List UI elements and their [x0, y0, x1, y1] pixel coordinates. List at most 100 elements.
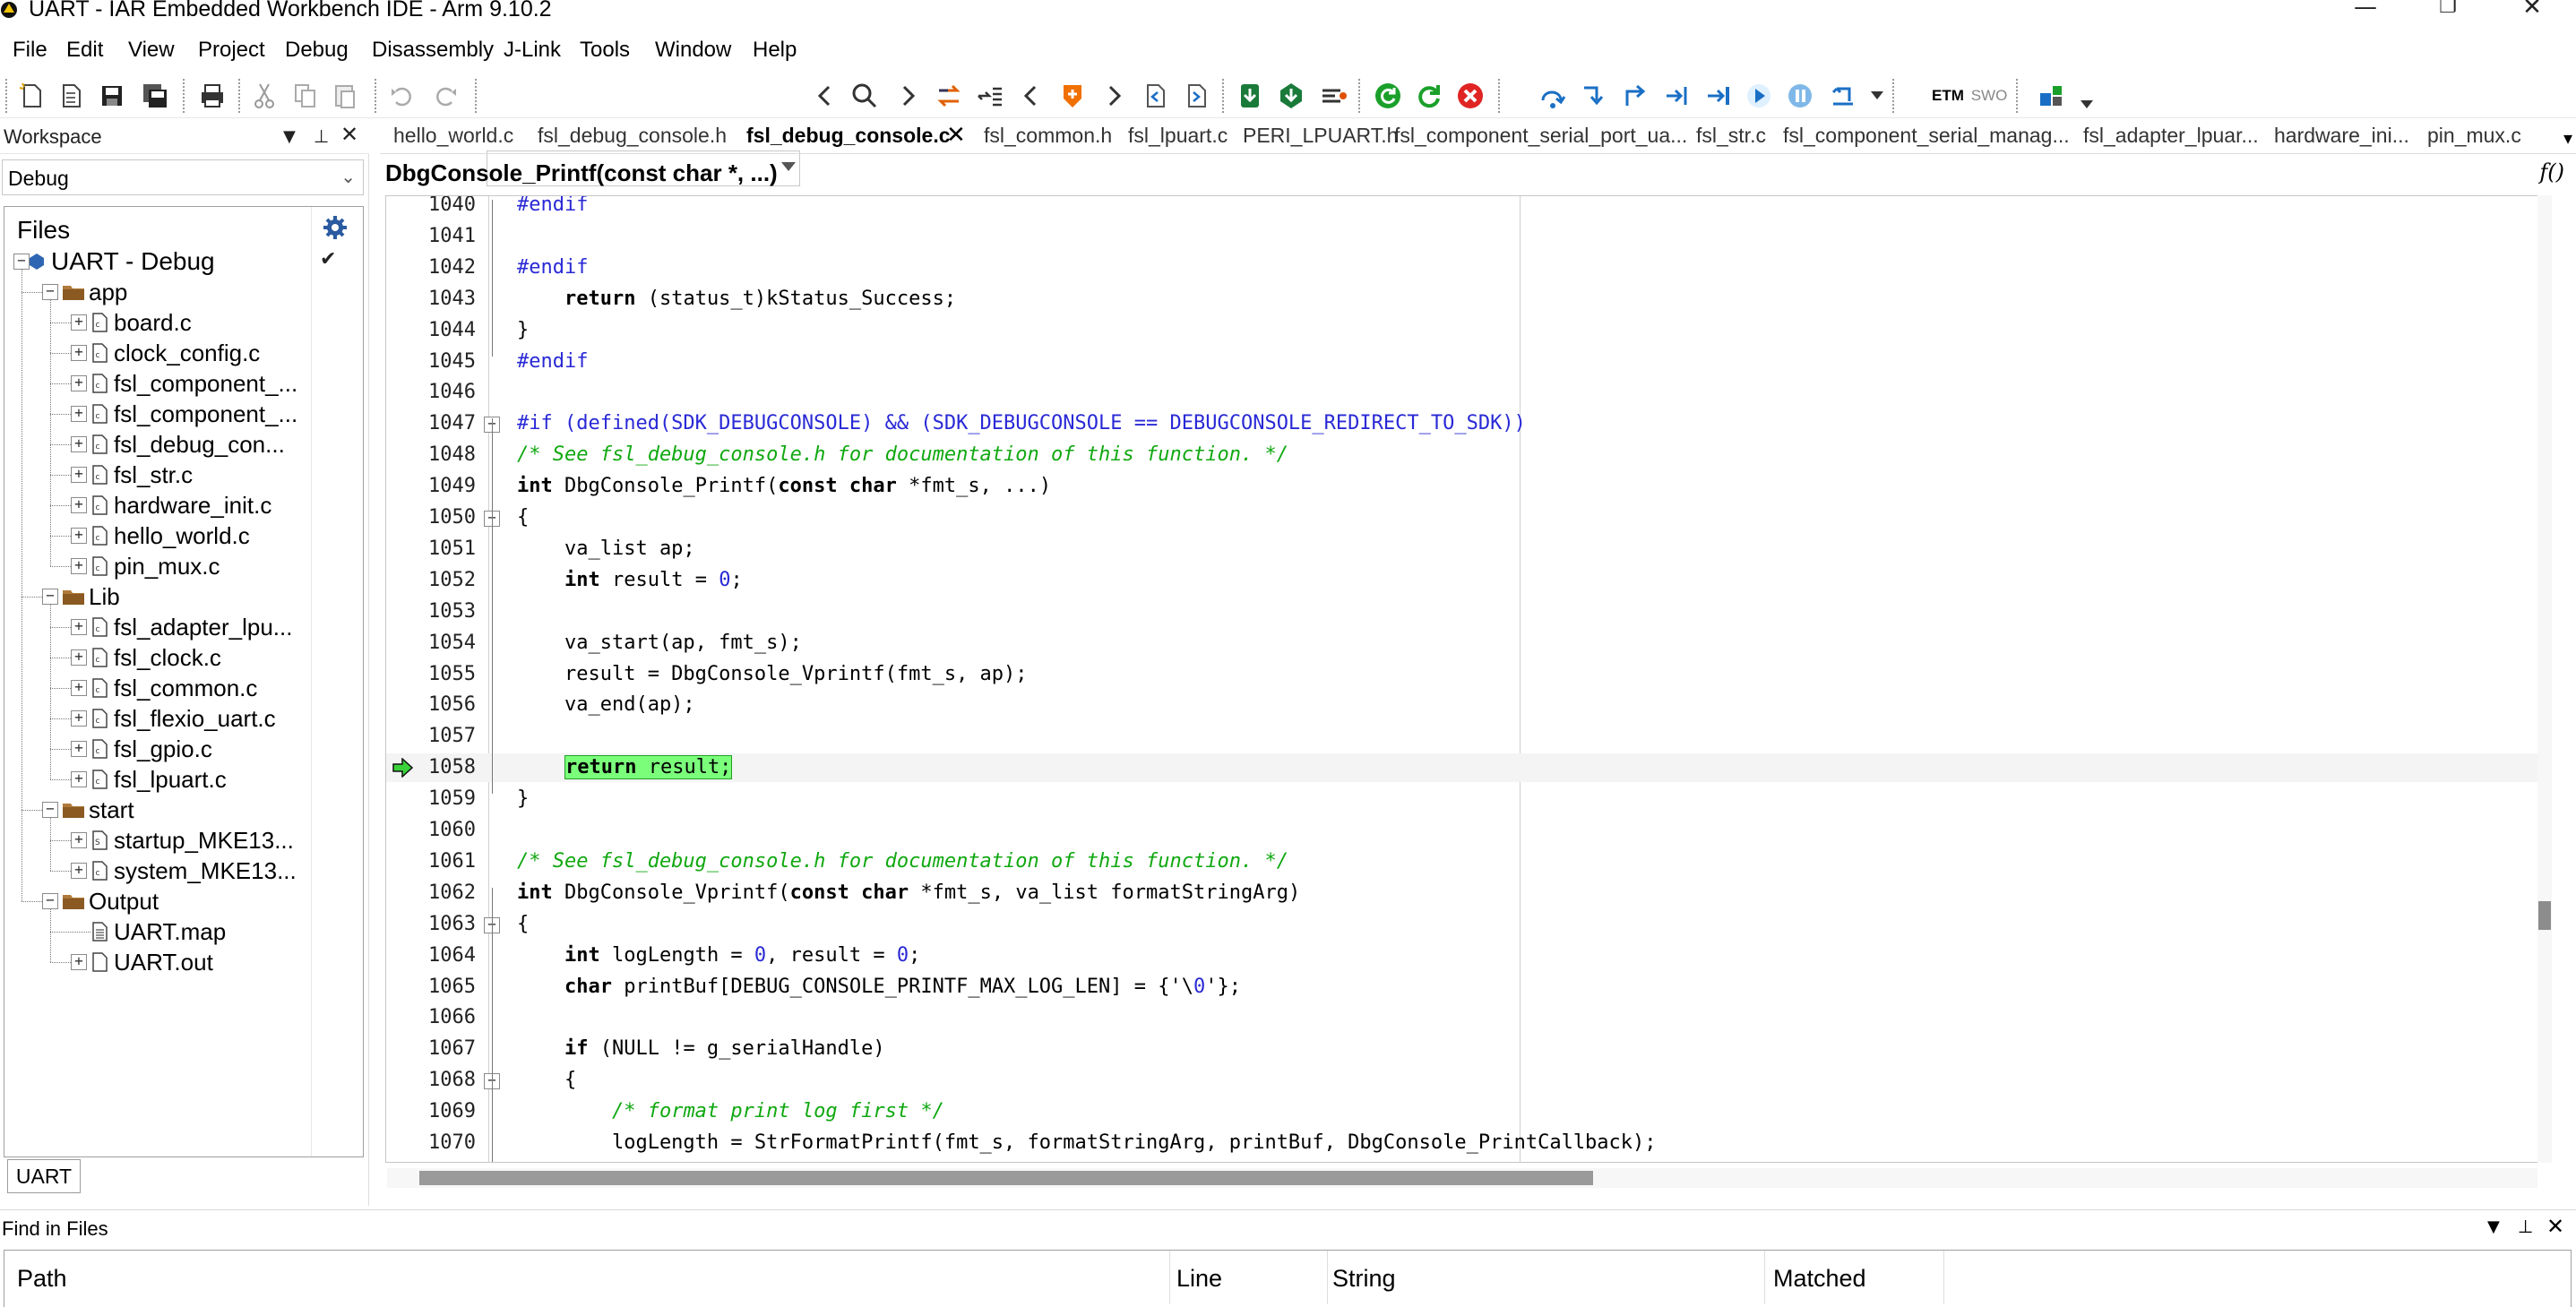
tree-folder-output[interactable]: − Output — [4, 886, 363, 916]
code-line[interactable]: 1044} — [386, 316, 2551, 345]
tree-file-item[interactable]: + c fsl_lpuart.c — [4, 764, 363, 795]
menu-file[interactable]: File — [13, 38, 47, 63]
stop-debug-icon[interactable] — [1453, 79, 1487, 113]
paste-icon[interactable] — [328, 79, 362, 113]
save-all-icon[interactable] — [138, 79, 172, 113]
code-line[interactable]: 1054 va_start(ap, fmt_s); — [386, 629, 2551, 658]
tree-file-item[interactable]: + c pin_mux.c — [4, 551, 363, 581]
menu-disassembly[interactable]: Disassembly — [372, 38, 494, 63]
code-line[interactable]: 1056 va_end(ap); — [386, 691, 2551, 719]
tab-fsl-debug-console-h[interactable]: fsl_debug_console.h — [538, 124, 727, 148]
go-to-icon[interactable] — [973, 79, 1007, 113]
tree-folder-lib[interactable]: − Lib — [4, 581, 363, 612]
tab-fsl-common-h[interactable]: fsl_common.h — [984, 124, 1112, 148]
collapse-icon[interactable]: − — [42, 589, 58, 605]
code-line[interactable]: 1066 — [386, 1003, 2551, 1032]
tree-file-item[interactable]: + c fsl_gpio.c — [4, 734, 363, 764]
expand-icon[interactable]: + — [71, 497, 87, 513]
step-out-icon[interactable] — [1618, 79, 1652, 113]
code-line[interactable]: 1043 return (status_t)kStatus_Success; — [386, 285, 2551, 314]
tree-file-item[interactable]: + c hardware_init.c — [4, 490, 363, 520]
menu-window[interactable]: Window — [655, 38, 731, 63]
code-line[interactable]: 1058 return result; — [386, 753, 2551, 783]
panel-menu-icon[interactable]: ▼ — [2487, 1217, 2500, 1236]
expand-icon[interactable]: + — [71, 863, 87, 879]
undo-icon[interactable] — [385, 79, 419, 113]
tree-file-item[interactable]: + c hello_world.c — [4, 520, 363, 551]
expand-icon[interactable]: + — [71, 741, 87, 757]
expand-icon[interactable]: + — [71, 649, 87, 666]
code-line[interactable]: 1055 result = DbgConsole_Vprintf(fmt_s, … — [386, 660, 2551, 689]
tree-file-item[interactable]: + c fsl_flexio_uart.c — [4, 703, 363, 734]
save-icon[interactable] — [95, 79, 129, 113]
close-panel-icon[interactable]: ✕ — [2546, 1214, 2564, 1239]
tab-fsl-debug-console-c[interactable]: fsl_debug_console.c — [746, 124, 951, 148]
menu-project[interactable]: Project — [198, 38, 265, 63]
tree-file-item[interactable]: + c fsl_common.c — [4, 673, 363, 703]
column-divider[interactable] — [1943, 1251, 1944, 1304]
column-divider[interactable] — [1764, 1251, 1765, 1304]
tree-file-item[interactable]: + c fsl_component_... — [4, 368, 363, 399]
code-line[interactable]: 1051 va_list ap; — [386, 535, 2551, 563]
code-line[interactable]: 1057 — [386, 722, 2551, 751]
expand-icon[interactable]: + — [71, 528, 87, 544]
expand-icon[interactable]: + — [71, 619, 87, 635]
tree-file-item[interactable]: + c system_MKE13... — [4, 856, 363, 886]
tab-fsl-str-c[interactable]: fsl_str.c — [1696, 124, 1766, 148]
tree-file-item[interactable]: + c fsl_component_... — [4, 399, 363, 429]
break-icon[interactable] — [1783, 79, 1817, 113]
column-divider[interactable] — [1327, 1251, 1328, 1304]
bookmark-icon[interactable] — [1055, 79, 1090, 113]
go-icon[interactable] — [1742, 79, 1776, 113]
column-matched[interactable]: Matched — [1773, 1265, 1866, 1293]
menu-tools[interactable]: Tools — [580, 38, 630, 63]
tab-peri-lpuart-h[interactable]: PERI_LPUART.h — [1243, 124, 1398, 148]
replace-icon[interactable] — [932, 79, 966, 113]
code-line[interactable]: 1059} — [386, 785, 2551, 813]
new-file-icon[interactable] — [14, 79, 48, 113]
code-line[interactable]: 1071 /* print log */ — [386, 1160, 2551, 1162]
code-line[interactable]: 1067 if (NULL != g_serialHandle) — [386, 1035, 2551, 1063]
code-line[interactable]: 1065 char printBuf[DEBUG_CONSOLE_PRINTF_… — [386, 973, 2551, 1002]
expand-icon[interactable]: + — [71, 467, 87, 483]
menu-debug[interactable]: Debug — [285, 38, 349, 63]
swo-icon[interactable]: SWO — [1969, 79, 2009, 113]
next-statement-icon[interactable] — [1659, 79, 1693, 113]
redo-icon[interactable] — [428, 79, 462, 113]
tree-folder-app[interactable]: − app — [4, 277, 363, 307]
code-editor[interactable]: 1040 #endif 1041 1042 #endif 1043 return (sta… — [385, 195, 2552, 1163]
print-icon[interactable] — [195, 79, 229, 113]
tree-file-item[interactable]: + c fsl_clock.c — [4, 642, 363, 673]
copy-icon[interactable] — [289, 79, 323, 113]
code-line[interactable]: 1053 — [386, 598, 2551, 626]
workspace-tab-uart[interactable]: UART — [7, 1159, 81, 1193]
tab-fsl-component-serial-port[interactable]: fsl_component_serial_port_ua... — [1394, 124, 1687, 148]
column-path[interactable]: Path — [17, 1265, 67, 1293]
open-file-icon[interactable] — [54, 79, 88, 113]
menu-help[interactable]: Help — [753, 38, 797, 63]
tab-fsl-component-serial-manager[interactable]: fsl_component_serial_manag... — [1783, 124, 2070, 148]
column-string[interactable]: String — [1332, 1265, 1396, 1293]
collapse-icon[interactable]: − — [42, 893, 58, 909]
close-button[interactable]: ✕ — [2514, 0, 2550, 19]
column-line[interactable]: Line — [1176, 1265, 1222, 1293]
scrollbar-thumb[interactable] — [419, 1171, 1593, 1185]
expand-icon[interactable]: + — [71, 832, 87, 848]
tab-overflow-icon[interactable]: ▾ — [2563, 127, 2572, 149]
code-line[interactable]: 1069 /* format print log first */ — [386, 1097, 2551, 1126]
reset-icon[interactable] — [1371, 79, 1405, 113]
tab-fsl-lpuart-c[interactable]: fsl_lpuart.c — [1128, 124, 1228, 148]
tree-file-item[interactable]: + c board.c — [4, 307, 363, 338]
code-line[interactable]: 1050−{ — [386, 503, 2551, 532]
tab-fsl-adapter-lpuart[interactable]: fsl_adapter_lpuar... — [2083, 124, 2259, 148]
trace-icon[interactable] — [1826, 79, 1860, 113]
code-line[interactable]: 1060 — [386, 816, 2551, 845]
code-line[interactable]: 1063−{ — [386, 910, 2551, 939]
horizontal-scrollbar[interactable] — [387, 1168, 2537, 1188]
column-divider[interactable] — [1169, 1251, 1170, 1304]
code-line[interactable]: 1040 #endif — [386, 196, 2551, 219]
tab-hardware-init[interactable]: hardware_ini... — [2274, 124, 2409, 148]
configuration-select[interactable]: Debug ⌄ — [2, 159, 364, 195]
code-line[interactable]: 1042 #endif — [386, 254, 2551, 282]
toggle-bookmark-icon[interactable] — [1138, 79, 1172, 113]
